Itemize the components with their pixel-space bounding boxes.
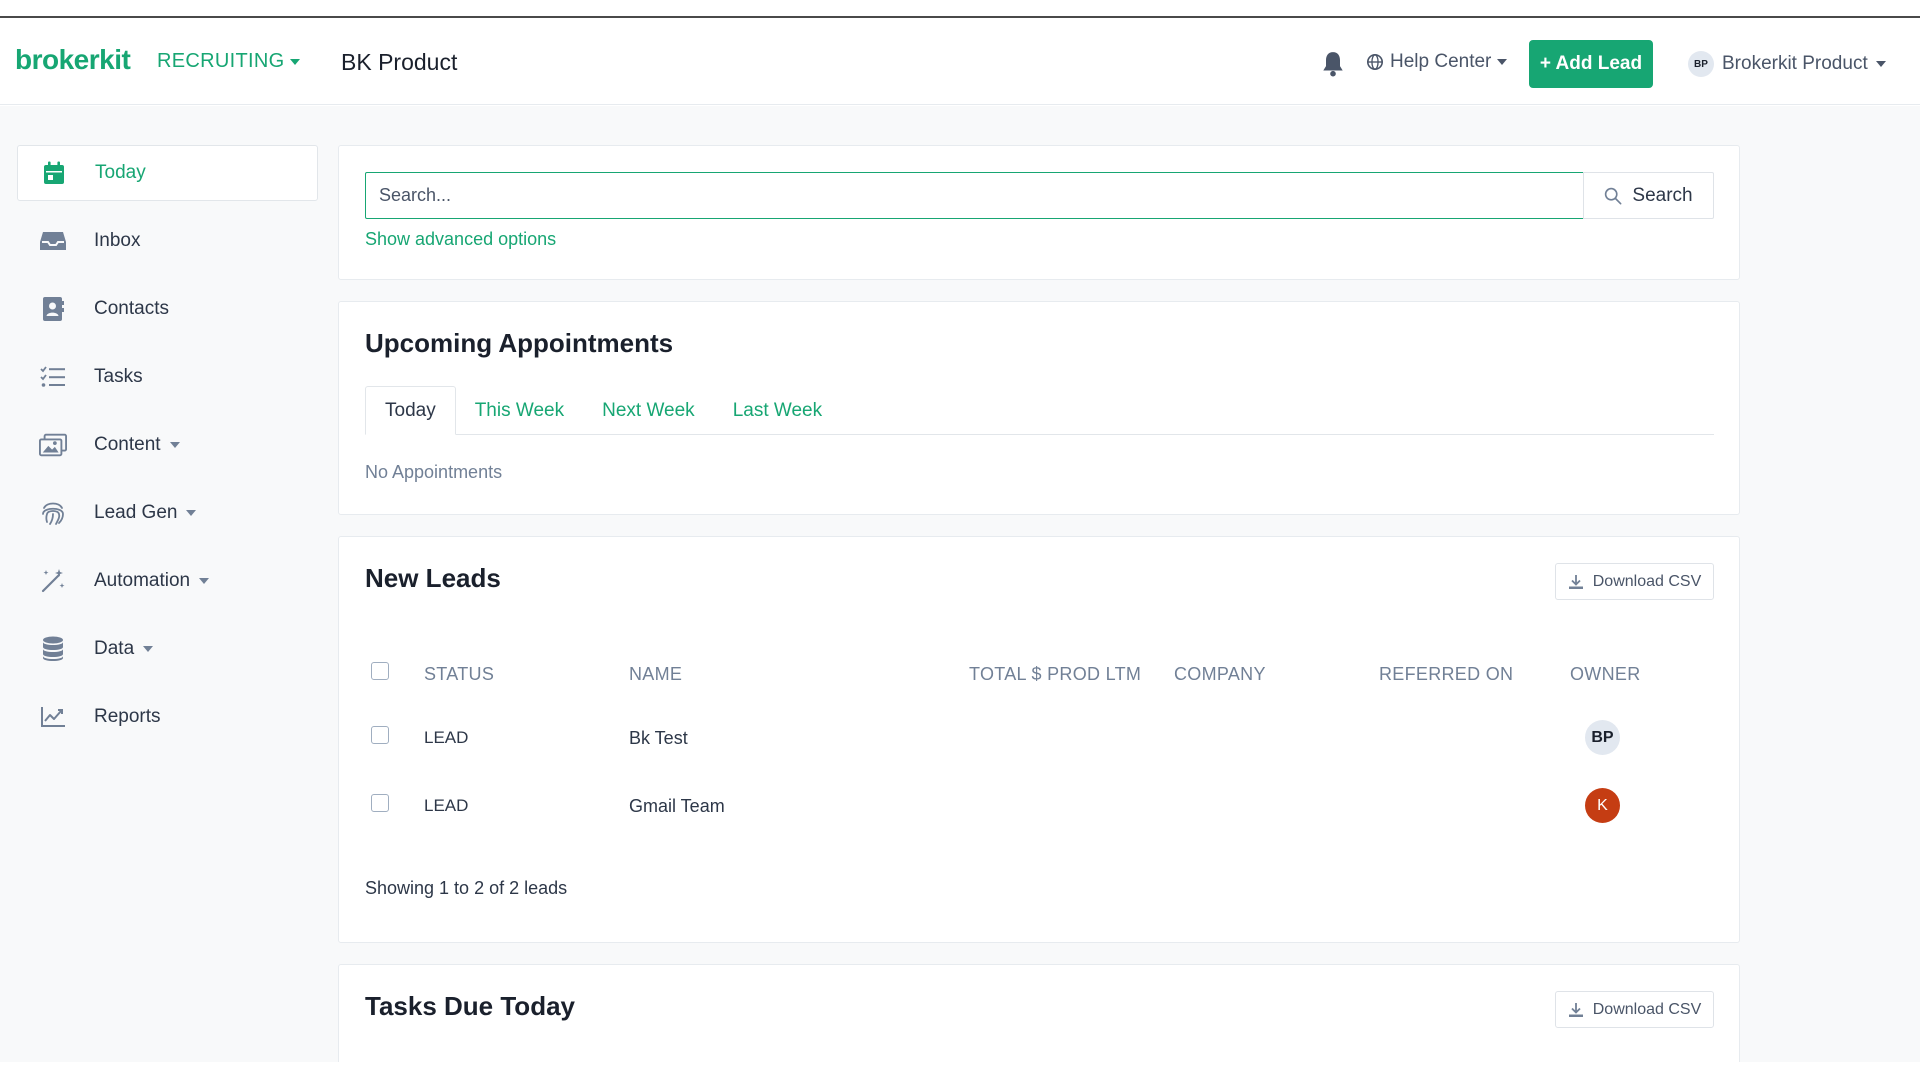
upcoming-appointments-card: Upcoming Appointments Today This Week Ne… [338, 301, 1740, 515]
lead-status: LEAD [424, 728, 469, 747]
user-name: Brokerkit Product [1722, 53, 1868, 74]
sidebar-item-automation[interactable]: Automation [17, 553, 318, 609]
column-header-referred-on[interactable]: REFERRED ON [1379, 664, 1513, 685]
sidebar-item-data[interactable]: Data [17, 621, 318, 677]
download-icon [1568, 1002, 1583, 1017]
user-avatar: BP [1688, 51, 1714, 77]
search-button[interactable]: Search [1583, 172, 1714, 219]
chevron-down-icon [290, 58, 301, 65]
sidebar-item-label: Inbox [94, 230, 141, 251]
top-navbar: brokerkit RECRUITING BK Product Help Cen… [0, 20, 1920, 105]
user-menu[interactable]: BP Brokerkit Product [1688, 51, 1886, 77]
contacts-icon [39, 295, 67, 323]
tab-next-week[interactable]: Next Week [583, 386, 714, 435]
sidebar-item-label: Content [94, 434, 161, 455]
sidebar-item-content[interactable]: Content [17, 417, 318, 473]
select-all-checkbox[interactable] [371, 662, 389, 680]
column-header-company[interactable]: COMPANY [1174, 664, 1266, 685]
chevron-down-icon [169, 442, 180, 448]
database-icon [39, 635, 67, 663]
sidebar-item-tasks[interactable]: Tasks [17, 349, 318, 405]
show-advanced-options-link[interactable]: Show advanced options [365, 229, 556, 250]
window-top-bar [0, 0, 1920, 18]
sidebar-item-label: Tasks [94, 366, 143, 387]
calendar-icon [40, 159, 68, 187]
download-csv-label: Download CSV [1592, 572, 1702, 590]
sidebar-nav: Today Inbox Contacts Tasks Content Lead … [17, 145, 318, 757]
tab-this-week[interactable]: This Week [456, 386, 583, 435]
leads-pagination-info: Showing 1 to 2 of 2 leads [365, 878, 568, 898]
appointments-tabs: Today This Week Next Week Last Week [365, 386, 1714, 435]
sidebar-item-today[interactable]: Today [17, 145, 318, 201]
images-icon [39, 431, 67, 459]
sidebar-item-label: Data [94, 638, 135, 659]
download-csv-button[interactable]: Download CSV [1555, 991, 1714, 1028]
lead-name-link[interactable]: Gmail Team [629, 796, 725, 817]
search-input[interactable] [365, 172, 1584, 219]
sidebar-item-label: Reports [94, 706, 161, 727]
sidebar-item-label: Today [95, 162, 146, 183]
column-header-total-prod-ltm[interactable]: TOTAL $ PROD LTM [969, 664, 1141, 685]
sidebar-item-label: Automation [94, 570, 191, 591]
download-icon [1568, 574, 1583, 589]
chevron-down-icon [1497, 59, 1508, 65]
search-card: Search Show advanced options [338, 145, 1740, 280]
search-icon [1605, 187, 1622, 204]
new-leads-title: New Leads [365, 563, 501, 593]
fingerprint-icon [39, 499, 67, 527]
module-switcher[interactable]: RECRUITING [157, 50, 301, 73]
add-lead-button[interactable]: + Add Lead [1529, 40, 1653, 88]
tab-today[interactable]: Today [365, 386, 456, 435]
appointments-title: Upcoming Appointments [365, 328, 674, 358]
chevron-down-icon [1875, 61, 1886, 67]
lead-status: LEAD [424, 796, 469, 815]
new-leads-card: New Leads Download CSV STATUS NAME TOTAL… [338, 536, 1740, 943]
chevron-down-icon [199, 578, 210, 584]
owner-avatar: BP [1585, 720, 1620, 755]
column-header-owner[interactable]: OWNER [1570, 664, 1641, 685]
help-center-menu[interactable]: Help Center [1366, 51, 1508, 73]
sidebar-item-label: Lead Gen [94, 502, 178, 523]
chevron-down-icon [143, 646, 154, 652]
inbox-icon [39, 227, 67, 255]
tasks-due-title: Tasks Due Today [365, 991, 575, 1021]
search-button-label: Search [1632, 184, 1693, 206]
sidebar-item-label: Contacts [94, 298, 169, 319]
row-checkbox[interactable] [371, 726, 389, 744]
sidebar-item-contacts[interactable]: Contacts [17, 281, 318, 337]
sidebar-item-inbox[interactable]: Inbox [17, 213, 318, 269]
magic-wand-icon [39, 567, 67, 595]
column-header-status[interactable]: STATUS [424, 664, 494, 685]
lead-name-link[interactable]: Bk Test [629, 728, 688, 749]
globe-icon [1366, 53, 1384, 71]
sidebar-item-lead-gen[interactable]: Lead Gen [17, 485, 318, 541]
sidebar-item-reports[interactable]: Reports [17, 689, 318, 745]
column-header-name[interactable]: NAME [629, 664, 682, 685]
download-csv-button[interactable]: Download CSV [1555, 563, 1714, 600]
window-bottom-edge [0, 1062, 1920, 1080]
workspace-name: BK Product [341, 49, 458, 75]
download-csv-label: Download CSV [1592, 1000, 1702, 1018]
row-checkbox[interactable] [371, 794, 389, 812]
owner-avatar: K [1585, 788, 1620, 823]
tab-last-week[interactable]: Last Week [714, 386, 841, 435]
brand-logo[interactable]: brokerkit [15, 44, 131, 76]
chart-line-icon [39, 703, 67, 731]
module-label: RECRUITING [157, 50, 285, 72]
chevron-down-icon [186, 510, 197, 516]
no-appointments-text: No Appointments [365, 462, 503, 482]
help-center-label: Help Center [1390, 51, 1492, 72]
bell-icon[interactable] [1320, 50, 1346, 78]
tasks-icon [39, 363, 67, 391]
